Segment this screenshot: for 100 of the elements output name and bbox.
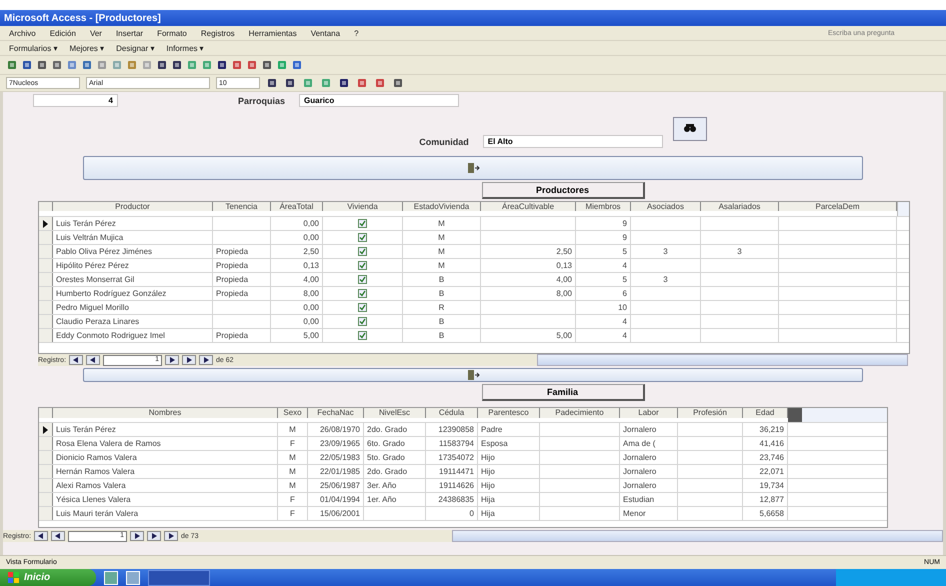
menu-item[interactable]: Formato (154, 28, 190, 38)
menu-item[interactable]: Ventana (308, 28, 344, 38)
comunidad-field[interactable]: El Alto (482, 135, 663, 148)
table-cell: 11583794 (426, 437, 478, 450)
table-cell: Propieda (213, 273, 271, 286)
table-cell: M (403, 245, 481, 258)
menu-item[interactable]: Herramientas (246, 28, 300, 38)
table-cell: 0,00 (271, 301, 323, 314)
horizontal-scrollbar[interactable] (536, 354, 908, 366)
menu-item[interactable]: Ver (86, 28, 105, 38)
column-header[interactable]: Sexo (278, 408, 308, 418)
column-header[interactable]: Asalariados (701, 202, 779, 212)
column-header[interactable]: Labor (620, 408, 678, 418)
previous-icon (54, 533, 62, 539)
toolbar-menu[interactable]: Designar ▾ (113, 44, 158, 52)
new-record-button[interactable] (164, 531, 178, 541)
table-cell: 22,071 (743, 465, 788, 478)
table-cell: Propieda (213, 287, 271, 300)
vertical-scrollbar[interactable] (897, 202, 909, 216)
vertical-scrollbar[interactable] (788, 408, 887, 422)
record-selector[interactable] (39, 423, 53, 436)
new-icon (167, 533, 176, 539)
menu-item[interactable]: Registros (198, 28, 238, 38)
menu-item[interactable]: Edición (46, 28, 79, 38)
column-header[interactable]: Tenencia (213, 202, 271, 212)
door-icon (465, 162, 481, 174)
checkbox[interactable] (358, 289, 367, 298)
previous-record-button[interactable] (51, 531, 66, 541)
select-all-corner[interactable] (39, 202, 53, 212)
table-cell: Ama de ( (620, 437, 678, 450)
column-header[interactable]: Miembros (576, 202, 631, 212)
table-cell: Hernán Ramos Valera (53, 465, 278, 478)
table-cell: 24386835 (426, 493, 478, 506)
table-cell: Claudio Peraza Linares (53, 315, 213, 328)
quick-launch-icon[interactable] (104, 570, 118, 584)
column-header[interactable]: ÁreaTotal (271, 202, 323, 212)
previous-icon (89, 357, 98, 363)
column-header[interactable]: Padecimiento (540, 408, 620, 418)
record-selector[interactable] (39, 217, 53, 230)
table-cell: 6 (576, 287, 631, 300)
checkbox[interactable] (358, 219, 367, 228)
search-button[interactable] (672, 116, 707, 140)
table-cell: 5 (576, 273, 631, 286)
quick-launch-icon[interactable] (126, 570, 140, 584)
taskbar-window-button[interactable] (148, 570, 210, 586)
table-cell: 15/06/2001 (308, 507, 364, 520)
column-header[interactable]: Edad (743, 408, 788, 418)
table-cell: Jornalero (620, 423, 678, 436)
column-header[interactable]: ParcelaDem (779, 202, 897, 212)
previous-record-button[interactable] (86, 355, 100, 365)
select-all-corner[interactable] (39, 408, 53, 418)
toolbar-menu[interactable]: Mejores ▾ (66, 44, 108, 52)
table-cell: 23,746 (743, 451, 788, 464)
new-record-button[interactable] (199, 355, 214, 365)
column-header[interactable]: Vivienda (323, 202, 403, 212)
table-cell: 17354072 (426, 451, 478, 464)
parroquia-field[interactable]: Guarico (299, 94, 460, 107)
column-header[interactable]: FechaNac (308, 408, 364, 418)
column-header[interactable]: Asociados (631, 202, 701, 212)
first-record-button[interactable] (69, 355, 84, 365)
column-header[interactable]: NivelEsc (364, 408, 426, 418)
checkbox[interactable] (358, 275, 367, 284)
form-field[interactable]: 4 (33, 94, 118, 107)
checkbox[interactable] (358, 261, 367, 270)
table-cell: 4,00 (481, 273, 576, 286)
menu-item[interactable]: ? (351, 28, 362, 38)
column-header[interactable]: EstadoVivienda (403, 202, 481, 212)
last-record-button[interactable] (182, 355, 196, 365)
checkbox[interactable] (358, 331, 367, 340)
column-header[interactable]: Productor (53, 202, 213, 212)
table-cell: 2,50 (481, 245, 576, 258)
first-record-button[interactable] (34, 531, 48, 541)
checkbox[interactable] (358, 303, 367, 312)
menu-item[interactable]: Archivo (6, 28, 39, 38)
table-cell: 5 (576, 245, 631, 258)
toolbar-menu[interactable]: Formularios ▾ (6, 44, 60, 52)
column-header[interactable]: Cédula (426, 408, 478, 418)
menu-item[interactable]: Insertar (112, 28, 146, 38)
checkbox[interactable] (358, 247, 367, 256)
last-record-button[interactable] (147, 531, 162, 541)
checkbox[interactable] (358, 317, 367, 326)
open-button[interactable] (83, 156, 863, 180)
checkbox[interactable] (358, 233, 367, 242)
table-cell: 5,6658 (743, 507, 788, 520)
table-cell: M (278, 423, 308, 436)
table-cell: Alexi Ramos Valera (53, 479, 278, 492)
column-header[interactable]: Profesión (678, 408, 743, 418)
column-header[interactable]: Nombres (53, 408, 278, 418)
column-header[interactable]: Parentesco (478, 408, 540, 418)
horizontal-scrollbar[interactable] (452, 530, 943, 542)
table-cell: 2do. Grado (364, 423, 426, 436)
toolbar-menu[interactable]: Informes ▾ (163, 44, 207, 52)
table-cell: Padre (478, 423, 540, 436)
table-cell: 19114471 (426, 465, 478, 478)
next-record-button[interactable] (130, 531, 144, 541)
table-cell: 0,13 (481, 259, 576, 272)
window-title: Microsoft Access - [Productores] (4, 12, 161, 24)
column-header[interactable]: ÁreaCultivable (481, 202, 576, 212)
table-cell: Esposa (478, 437, 540, 450)
next-record-button[interactable] (165, 355, 180, 365)
